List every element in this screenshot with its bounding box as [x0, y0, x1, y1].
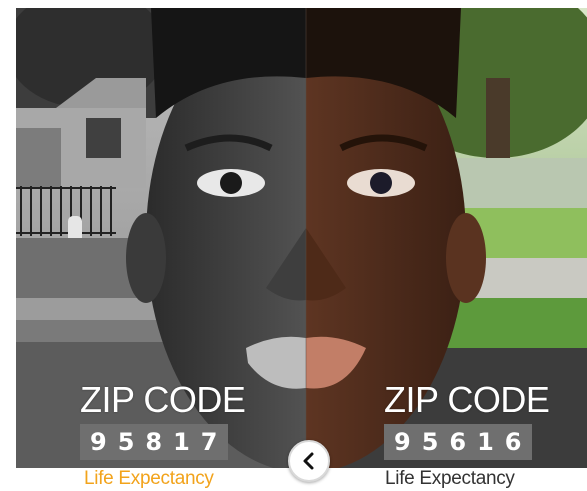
right-life-expectancy-caption: Life Expectancy — [385, 468, 515, 489]
chevron-left-icon — [303, 452, 314, 470]
comparison-frame: ZIP CODE 95817 Life Expectancy ZIP CODE … — [0, 0, 587, 491]
left-zip-code: 95817 — [80, 424, 228, 460]
right-zip-code: 95616 — [384, 424, 532, 460]
left-zip-label: ZIP CODE — [80, 379, 246, 420]
right-zip-block: ZIP CODE 95616 — [384, 379, 550, 460]
back-button[interactable] — [288, 440, 330, 482]
left-zip-block: ZIP CODE 95817 — [80, 379, 246, 460]
left-life-expectancy-caption: Life Expectancy — [84, 468, 214, 489]
right-zip-label: ZIP CODE — [384, 379, 550, 420]
